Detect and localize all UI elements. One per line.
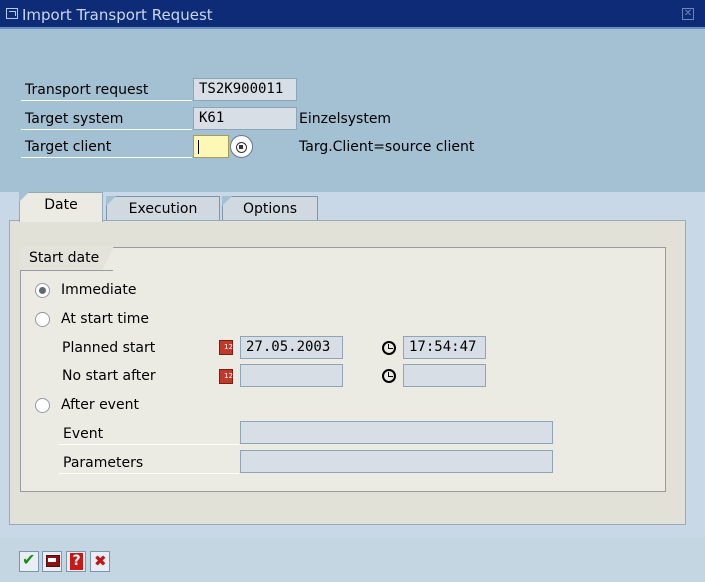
window-icon — [6, 8, 18, 19]
tab-date[interactable]: Date — [19, 192, 103, 222]
cancel-icon[interactable] — [90, 551, 110, 572]
target-system-description: Einzelsystem — [299, 111, 392, 127]
title-bar: Import Transport Request ✕ — [0, 0, 705, 29]
planned-start-time-field[interactable]: 17:54:47 — [403, 336, 486, 359]
tab-execution[interactable]: Execution — [106, 196, 220, 222]
planned-start-label: Planned start — [62, 340, 156, 356]
tab-options[interactable]: Options — [222, 196, 318, 222]
parameters-label: Parameters — [59, 452, 239, 474]
immediate-label: Immediate — [61, 282, 137, 298]
value-help-icon[interactable] — [230, 135, 253, 158]
target-client-description: Targ.Client=source client — [299, 139, 475, 155]
at-start-time-radio[interactable] — [35, 312, 50, 327]
parameters-field[interactable] — [240, 450, 553, 473]
import-transport-request-window: Import Transport Request ✕ Transport req… — [0, 0, 705, 582]
target-client-label: Target client — [21, 136, 192, 158]
target-system-label: Target system — [21, 108, 192, 130]
no-start-after-date-field[interactable] — [240, 364, 343, 387]
calendar-icon[interactable] — [219, 340, 233, 355]
clock-icon — [382, 369, 396, 383]
window-title: Import Transport Request — [22, 6, 213, 24]
planned-start-date-field[interactable]: 27.05.2003 — [240, 336, 343, 359]
tab-date-label: Date — [44, 197, 78, 213]
clock-icon — [382, 341, 396, 355]
close-icon[interactable]: ✕ — [682, 8, 694, 20]
tab-options-label: Options — [242, 201, 298, 217]
display-icon[interactable] — [42, 551, 62, 572]
no-start-after-label: No start after — [62, 368, 156, 384]
after-event-radio[interactable] — [35, 398, 50, 413]
start-date-group-title: Start date — [20, 247, 115, 271]
transport-request-label: Transport request — [21, 79, 192, 101]
check-icon[interactable] — [19, 550, 39, 572]
header-area: Transport request TS2K900011 Target syst… — [0, 29, 705, 192]
tab-strip: Date Execution Options — [0, 192, 705, 222]
immediate-radio[interactable] — [35, 283, 50, 298]
after-event-label: After event — [61, 397, 139, 413]
target-client-input[interactable] — [193, 135, 229, 158]
transport-request-field[interactable]: TS2K900011 — [193, 78, 297, 101]
target-system-field[interactable]: K61 — [193, 107, 297, 130]
event-label: Event — [59, 423, 239, 445]
at-start-time-label: At start time — [61, 311, 149, 327]
calendar-icon[interactable] — [219, 369, 233, 384]
event-field[interactable] — [240, 421, 553, 444]
help-icon[interactable] — [66, 551, 86, 572]
tab-execution-label: Execution — [128, 201, 198, 217]
no-start-after-time-field[interactable] — [403, 364, 486, 387]
text-cursor — [198, 140, 199, 154]
